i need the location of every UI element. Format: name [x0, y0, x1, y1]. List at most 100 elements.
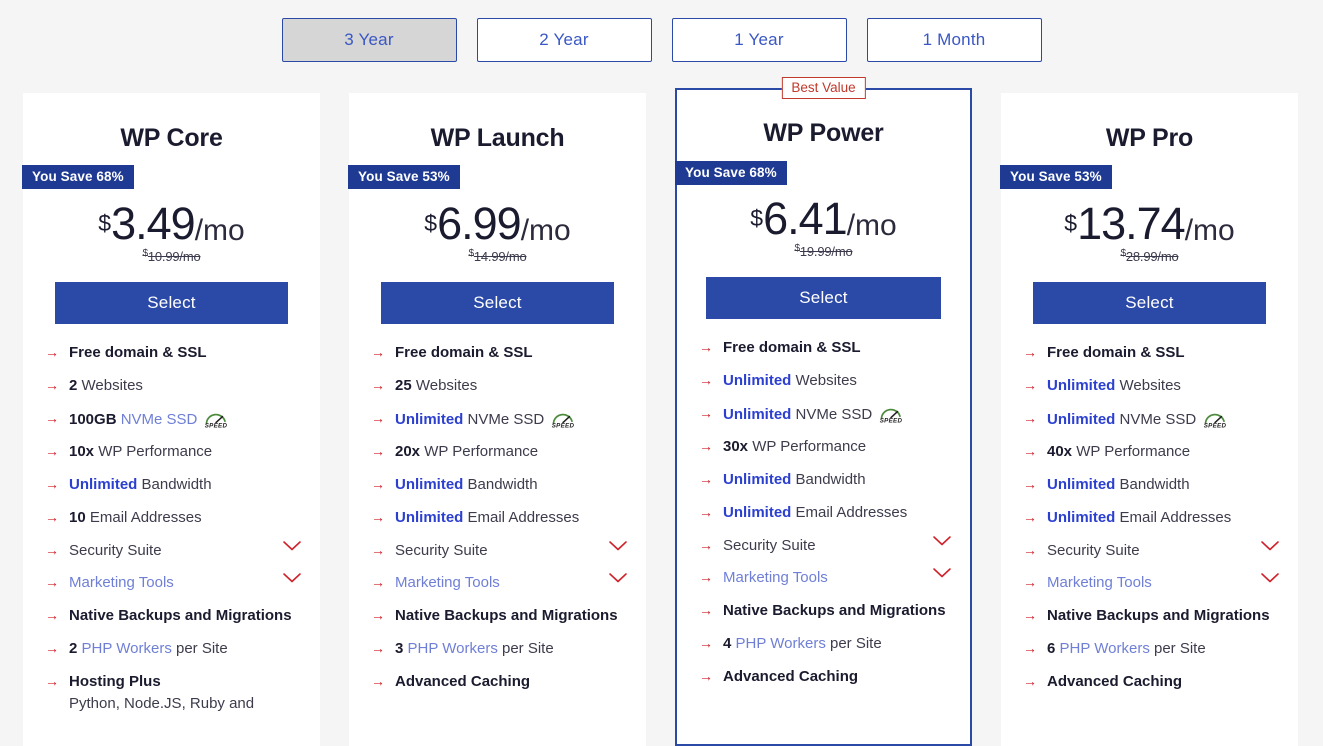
feature-item: →2 PHP Workers per Site — [45, 638, 302, 660]
select-button[interactable]: Select — [706, 277, 941, 319]
arrow-right-icon: → — [1023, 441, 1038, 462]
feature-text-part: Unlimited — [1047, 509, 1115, 526]
chevron-down-icon[interactable] — [924, 535, 952, 547]
chevron-down-icon[interactable] — [600, 572, 628, 584]
feature-item[interactable]: → Marketing Tools — [1023, 572, 1280, 594]
speed-icon: SPEED — [550, 408, 576, 428]
feature-text-part: Unlimited — [395, 476, 463, 493]
arrow-right-icon: → — [699, 436, 714, 457]
original-price-value: 19.99/mo — [800, 244, 853, 259]
feature-text: Free domain & SSL — [1047, 342, 1280, 364]
feature-text-part: PHP Workers — [408, 640, 498, 657]
feature-item: →25 Websites — [371, 375, 628, 397]
feature-text-part: Bandwidth — [463, 476, 537, 493]
arrow-right-icon: → — [1023, 638, 1038, 659]
arrow-right-icon: → — [371, 671, 386, 692]
price-block: $6.99/mo$14.99/mo — [349, 203, 646, 264]
chevron-down-icon[interactable] — [274, 572, 302, 584]
feature-item: → 2 Websites — [45, 375, 302, 397]
feature-item[interactable]: →Security Suite — [45, 540, 302, 562]
svg-text:SPEED: SPEED — [1204, 422, 1227, 428]
pricing-card-wp-pro: WP ProYou Save 53%$13.74/mo$28.99/moSele… — [1001, 93, 1298, 746]
feature-item: →Native Backups and Migrations — [1023, 605, 1280, 627]
plan-name: WP Launch — [349, 124, 646, 153]
term-tab-1-year[interactable]: 1 Year — [672, 18, 847, 62]
feature-text: 3 PHP Workers per Site — [395, 638, 628, 660]
feature-text-part: Unlimited — [723, 504, 791, 521]
feature-text: Advanced Caching — [1047, 671, 1280, 693]
term-tab-1-month[interactable]: 1 Month — [867, 18, 1042, 62]
select-button[interactable]: Select — [381, 282, 614, 324]
feature-text-part: Websites — [791, 372, 857, 389]
feature-text: Native Backups and Migrations — [395, 605, 628, 627]
arrow-right-icon: → — [45, 605, 60, 626]
feature-text: 10 Email Addresses — [69, 507, 302, 529]
price-amount: 3.49 — [111, 203, 195, 244]
feature-text: Security Suite — [69, 540, 274, 562]
arrow-right-icon: → — [699, 666, 714, 687]
feature-text-part: Advanced Caching — [723, 668, 858, 685]
feature-text: Hosting PlusPython, Node.JS, Ruby and — [69, 671, 302, 716]
feature-text: Marketing Tools — [69, 572, 274, 594]
feature-item: →Native Backups and Migrations — [699, 600, 952, 622]
feature-item[interactable]: →Security Suite — [371, 540, 628, 562]
feature-text-part: NVMe SSD — [463, 411, 544, 428]
feature-item: → Advanced Caching — [699, 666, 952, 688]
arrow-right-icon: → — [371, 507, 386, 528]
feature-text-part: Advanced Caching — [395, 673, 530, 690]
chevron-down-icon[interactable] — [1252, 540, 1280, 552]
feature-item: →Unlimited Bandwidth — [699, 469, 952, 491]
original-price: $28.99/mo — [1001, 248, 1298, 264]
original-price: $10.99/mo — [23, 248, 320, 264]
feature-text: Free domain & SSL — [395, 342, 628, 364]
select-button[interactable]: Select — [1033, 282, 1266, 324]
arrow-right-icon: → — [1023, 474, 1038, 495]
feature-text: Advanced Caching — [723, 666, 952, 688]
select-button[interactable]: Select — [55, 282, 288, 324]
svg-text:SPEED: SPEED — [552, 422, 575, 428]
feature-text: Native Backups and Migrations — [1047, 605, 1280, 627]
price-amount: 6.99 — [437, 203, 521, 244]
arrow-right-icon: → — [45, 375, 60, 396]
price-period: /mo — [521, 216, 571, 246]
feature-item: →Unlimited Websites — [699, 370, 952, 392]
feature-item[interactable]: →Marketing Tools — [371, 572, 628, 594]
feature-text-part: Native Backups and Migrations — [395, 607, 618, 624]
term-tab-3-year[interactable]: 3 Year — [282, 18, 457, 62]
feature-item[interactable]: →Marketing Tools — [699, 567, 952, 589]
feature-item: →4 PHP Workers per Site — [699, 633, 952, 655]
feature-text-part: PHP Workers — [736, 635, 826, 652]
arrow-right-icon: → — [371, 342, 386, 363]
arrow-right-icon: → — [699, 469, 714, 490]
feature-item: →Native Backups and Migrations — [371, 605, 628, 627]
feature-text-part: 10x — [69, 443, 94, 460]
feature-text: Unlimited Bandwidth — [395, 474, 628, 496]
feature-item[interactable]: →Security Suite — [699, 535, 952, 557]
feature-text: Free domain & SSL — [69, 342, 302, 364]
chevron-down-icon[interactable] — [274, 540, 302, 552]
chevron-down-icon[interactable] — [1252, 572, 1280, 584]
feature-item: →Advanced Caching — [1023, 671, 1280, 693]
chevron-down-icon[interactable] — [600, 540, 628, 552]
feature-text-part: Email Addresses — [791, 504, 907, 521]
feature-item[interactable]: →Security Suite — [1023, 540, 1280, 562]
plan-name: WP Pro — [1001, 124, 1298, 153]
price-period: /mo — [847, 211, 897, 241]
feature-text: 30x WP Performance — [723, 436, 952, 458]
feature-text-part: PHP Workers — [82, 640, 172, 657]
feature-text-part: Unlimited — [723, 471, 791, 488]
feature-text: Native Backups and Migrations — [723, 600, 952, 622]
feature-item: →3 PHP Workers per Site — [371, 638, 628, 660]
feature-item[interactable]: →Marketing Tools — [45, 572, 302, 594]
feature-text: 2 Websites — [69, 375, 302, 397]
original-price-value: 14.99/mo — [474, 249, 527, 264]
feature-text-part: WP Performance — [94, 443, 212, 460]
feature-text-part: per Site — [1150, 640, 1206, 657]
feature-text: 2 PHP Workers per Site — [69, 638, 302, 660]
chevron-down-icon[interactable] — [924, 567, 952, 579]
arrow-right-icon: → — [1023, 507, 1038, 528]
arrow-right-icon: → — [1023, 572, 1038, 593]
feature-text-part: 20x — [395, 443, 420, 460]
feature-text-part: Marketing Tools — [1047, 574, 1152, 591]
term-tab-2-year[interactable]: 2 Year — [477, 18, 652, 62]
